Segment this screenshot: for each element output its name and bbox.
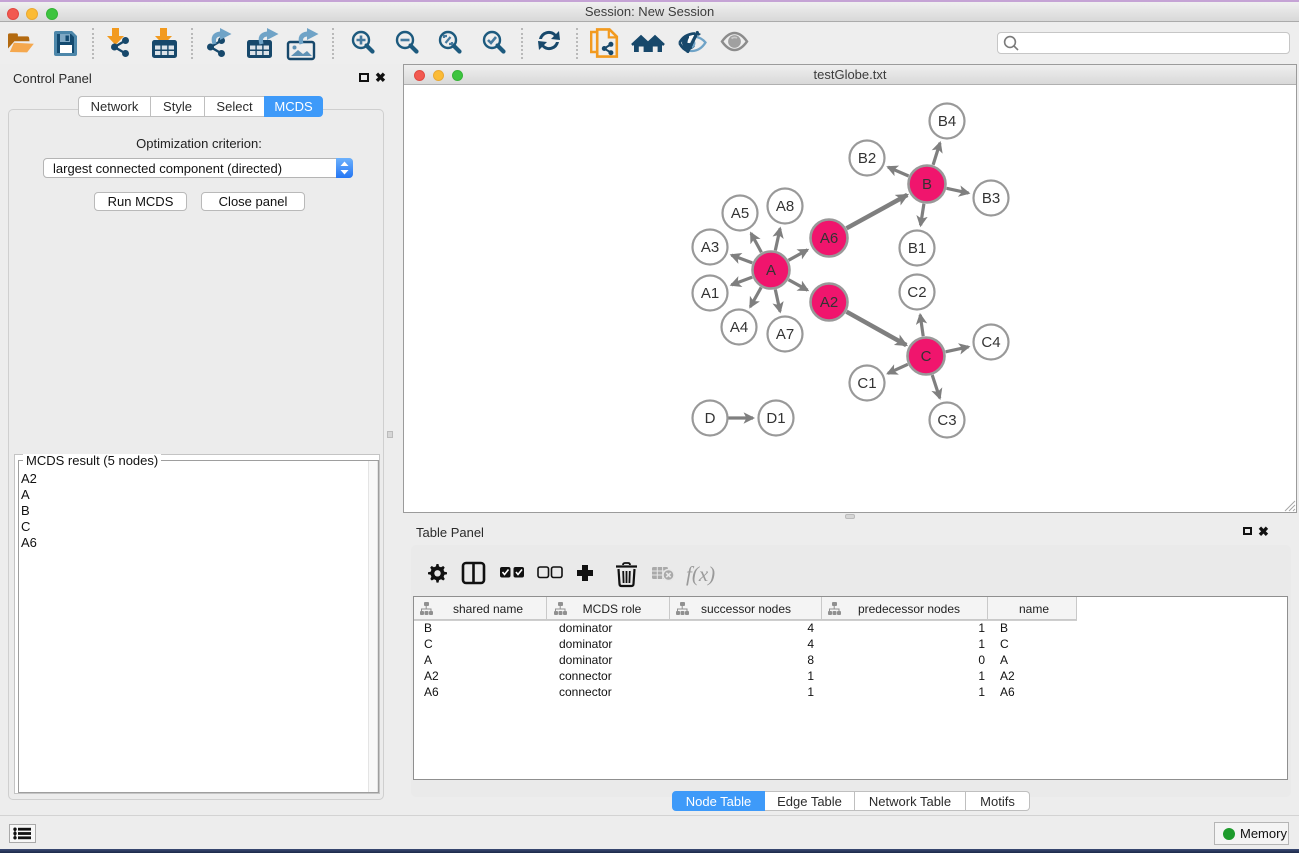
svg-text:A6: A6	[424, 685, 439, 699]
svg-text:D1: D1	[766, 410, 785, 427]
svg-text:A2: A2	[1000, 669, 1015, 683]
svg-text:successor nodes: successor nodes	[701, 602, 791, 616]
svg-text:B2: B2	[858, 150, 876, 167]
svg-text:C: C	[424, 637, 433, 651]
svg-text:A1: A1	[701, 285, 719, 302]
svg-text:A2: A2	[424, 669, 439, 683]
svg-text:4: 4	[807, 637, 814, 651]
svg-text:B4: B4	[938, 113, 956, 130]
svg-text:8: 8	[807, 653, 814, 667]
svg-text:1: 1	[807, 669, 814, 683]
svg-text:A5: A5	[731, 205, 749, 222]
svg-text:C1: C1	[857, 375, 876, 392]
svg-text:B1: B1	[908, 240, 926, 257]
svg-text:shared name: shared name	[453, 602, 523, 616]
svg-text:D: D	[705, 410, 716, 427]
svg-text:0: 0	[978, 653, 985, 667]
svg-text:1: 1	[978, 621, 985, 635]
svg-text:1: 1	[978, 637, 985, 651]
svg-text:C3: C3	[937, 412, 956, 429]
svg-text:A: A	[424, 653, 432, 667]
svg-text:1: 1	[978, 669, 985, 683]
svg-text:dominator: dominator	[559, 653, 612, 667]
svg-text:A: A	[1000, 653, 1008, 667]
svg-text:A6: A6	[820, 230, 838, 247]
svg-text:A4: A4	[730, 319, 748, 336]
svg-text:MCDS role: MCDS role	[583, 602, 642, 616]
svg-text:predecessor nodes: predecessor nodes	[858, 602, 960, 616]
svg-text:connector: connector	[559, 685, 612, 699]
svg-text:C2: C2	[907, 284, 926, 301]
svg-text:B3: B3	[982, 190, 1000, 207]
svg-text:A8: A8	[776, 198, 794, 215]
svg-text:name: name	[1019, 602, 1049, 616]
svg-text:A7: A7	[776, 326, 794, 343]
svg-text:A6: A6	[1000, 685, 1015, 699]
svg-text:C4: C4	[981, 334, 1000, 351]
svg-text:C: C	[1000, 637, 1009, 651]
svg-text:4: 4	[807, 621, 814, 635]
svg-text:1: 1	[807, 685, 814, 699]
svg-text:B: B	[424, 621, 432, 635]
svg-text:f(x): f(x)	[686, 562, 715, 586]
svg-text:B: B	[922, 176, 932, 193]
svg-text:A3: A3	[701, 239, 719, 256]
svg-text:connector: connector	[559, 669, 612, 683]
svg-text:B: B	[1000, 621, 1008, 635]
svg-text:A: A	[766, 262, 776, 279]
svg-text:A2: A2	[820, 294, 838, 311]
svg-text:dominator: dominator	[559, 637, 612, 651]
svg-text:C: C	[921, 348, 932, 365]
svg-text:dominator: dominator	[559, 621, 612, 635]
svg-text:1: 1	[978, 685, 985, 699]
